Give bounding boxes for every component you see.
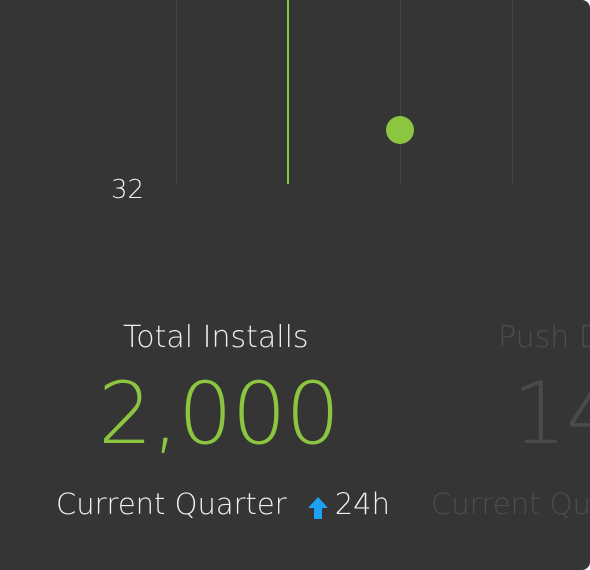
- dashboard-card: 32 Total Installs 2,000 Current Quarter …: [0, 0, 590, 570]
- arrow-up-icon: [307, 492, 329, 519]
- chart-current-marker-line: [287, 0, 289, 184]
- stat-trend-value: 24h: [334, 487, 390, 521]
- chart-gridline: [176, 0, 177, 184]
- stat-period-row: Current Quarter 24h: [56, 486, 390, 522]
- timeline-chart: 32: [0, 0, 590, 260]
- stat-title: Push D: [498, 320, 590, 355]
- chart-gridline: [512, 0, 513, 184]
- stat-value: 14: [512, 364, 590, 464]
- chart-axis-label: 32: [111, 175, 145, 205]
- stat-title: Total Installs: [123, 320, 309, 355]
- chart-gridline: [400, 0, 401, 184]
- chart-data-point[interactable]: [386, 116, 414, 144]
- stat-value: 2,000: [98, 364, 340, 464]
- stat-period: Current Qua: [431, 487, 590, 521]
- stat-period: Current Quarter: [56, 487, 287, 521]
